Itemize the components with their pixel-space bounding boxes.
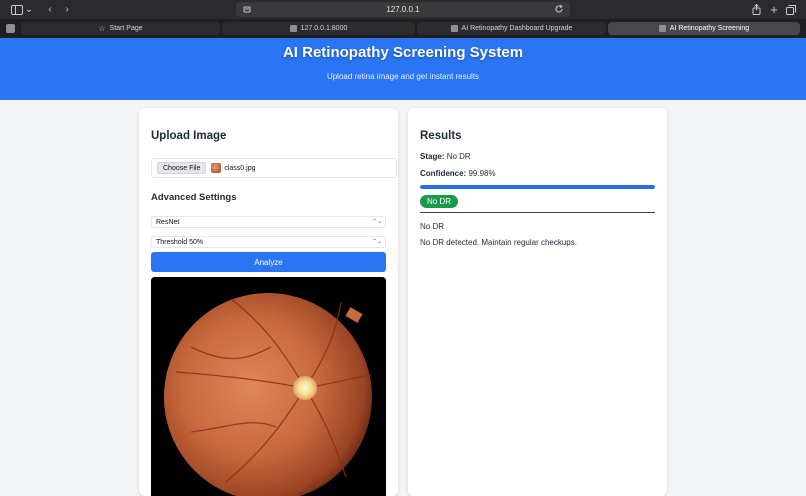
star-icon: ☆: [98, 24, 106, 33]
tab-dashboard-upgrade[interactable]: AI Retinopathy Dashboard Upgrade: [417, 22, 606, 35]
retina-fundus-image: [151, 277, 386, 496]
tab-label: AI Retinopathy Screening: [669, 25, 750, 32]
tab-group-icon[interactable]: [6, 24, 15, 33]
page-title: AI Retinopathy Screening System: [282, 44, 524, 61]
model-select-value: ResNet: [156, 218, 180, 226]
browser-toolbar: ⌄ ‹ › 127.0.0.1 +: [0, 0, 806, 19]
result-recommendation: No DR detected. Maintain regular checkup…: [420, 238, 577, 247]
threshold-select[interactable]: Threshold 50% ⌃⌄: [151, 236, 386, 248]
stage-line: Stage: No DR: [420, 152, 471, 161]
confidence-progress-bar: [420, 185, 655, 189]
favicon-icon: [658, 25, 666, 32]
upload-heading: Upload Image: [151, 130, 227, 142]
result-summary: No DR: [420, 222, 445, 231]
results-card: Results Stage: No DR Confidence: 99.98% …: [408, 108, 667, 496]
address-bar[interactable]: 127.0.0.1: [236, 2, 570, 17]
tab-retinopathy-screening[interactable]: AI Retinopathy Screening: [608, 22, 800, 35]
tab-label: 127.0.0.1:8000: [300, 25, 348, 32]
tab-overview-icon[interactable]: [785, 3, 797, 16]
confidence-label: Confidence:: [420, 169, 467, 178]
page-settings-icon[interactable]: [242, 4, 252, 14]
status-badge: No DR: [420, 195, 459, 208]
forward-icon[interactable]: ›: [61, 3, 73, 16]
retina-image: [151, 277, 386, 496]
threshold-select-value: Threshold 50%: [156, 238, 204, 246]
results-heading: Results: [420, 130, 462, 142]
stage-label: Stage:: [420, 152, 445, 161]
model-select[interactable]: ResNet ⌃⌄: [151, 216, 386, 228]
back-icon[interactable]: ‹: [44, 3, 56, 16]
confidence-value: 99.98%: [468, 169, 496, 178]
stage-value: No DR: [446, 152, 471, 161]
page-subtitle: Upload retina image and get instant resu…: [326, 72, 480, 81]
new-tab-icon[interactable]: +: [768, 2, 780, 17]
chevron-down-icon[interactable]: ⌄: [24, 3, 34, 16]
tab-bar: ☆ Start Page 127.0.0.1:8000 AI Retinopat…: [0, 19, 806, 38]
choose-file-button[interactable]: Choose File: [157, 162, 207, 174]
file-thumbnail: [211, 163, 222, 173]
favicon-icon: [289, 25, 297, 32]
file-input[interactable]: Choose File class0.jpg: [151, 158, 397, 178]
tab-localhost[interactable]: 127.0.0.1:8000: [222, 22, 415, 35]
confidence-progress-fill: [420, 185, 655, 189]
analyze-button[interactable]: Analyze: [151, 252, 386, 272]
chevron-updown-icon: ⌃⌄: [371, 239, 382, 245]
favicon-icon: [450, 25, 458, 32]
header-banner: AI Retinopathy Screening System Upload r…: [0, 38, 806, 100]
upload-card: Upload Image Choose File class0.jpg Adva…: [139, 108, 398, 496]
tab-label: Start Page: [109, 25, 143, 32]
url-text: 127.0.0.1: [386, 5, 420, 14]
tab-label: AI Retinopathy Dashboard Upgrade: [461, 25, 573, 32]
confidence-line: Confidence: 99.98%: [420, 169, 496, 178]
divider: [420, 212, 655, 213]
file-name: class0.jpg: [224, 164, 256, 172]
share-icon[interactable]: [750, 3, 762, 16]
tab-start-page[interactable]: ☆ Start Page: [21, 22, 220, 35]
advanced-settings-heading: Advanced Settings: [151, 192, 237, 203]
reload-icon[interactable]: [554, 4, 564, 14]
chevron-updown-icon: ⌃⌄: [371, 219, 382, 225]
